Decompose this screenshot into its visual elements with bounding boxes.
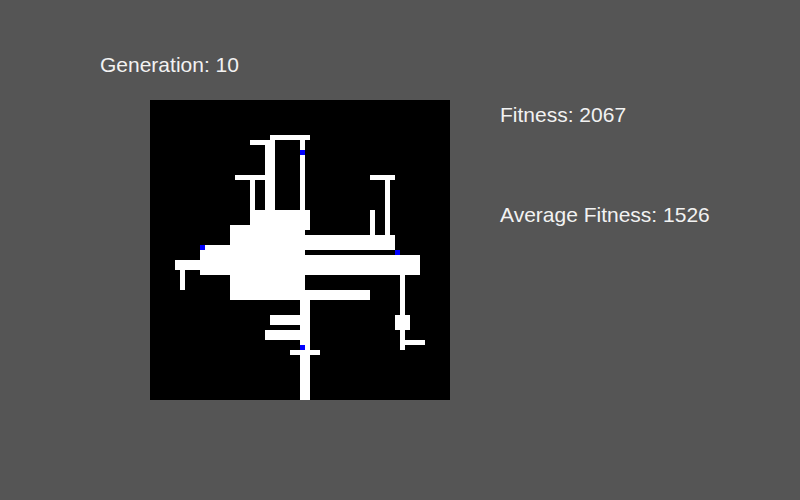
visited-cell bbox=[290, 350, 320, 355]
agent bbox=[300, 150, 305, 155]
visited-cell bbox=[270, 315, 305, 325]
visited-cell bbox=[305, 235, 395, 250]
visited-cell bbox=[180, 260, 185, 290]
visited-cell bbox=[265, 330, 310, 340]
stat-label: Fitness: 2067 bbox=[500, 102, 710, 128]
generation-label: Generation: 10 bbox=[100, 52, 800, 78]
visited-cell bbox=[400, 340, 425, 345]
agent bbox=[300, 345, 305, 350]
visited-cell bbox=[400, 255, 405, 350]
visited-cell bbox=[370, 175, 395, 180]
world-canvas bbox=[150, 100, 450, 400]
visited-cell bbox=[250, 140, 275, 145]
visited-cell bbox=[395, 315, 410, 330]
main-row: Fitness: 2067 Average Fitness: 1526 bbox=[150, 100, 800, 400]
visited-cell bbox=[230, 225, 305, 300]
visited-cell bbox=[300, 135, 305, 215]
stat-label: Average Fitness: 1526 bbox=[500, 202, 710, 228]
agent bbox=[395, 250, 400, 255]
stats-panel: Fitness: 2067 Average Fitness: 1526 bbox=[450, 100, 710, 400]
app-window: Generation: 10 Fitness: 2067 Average Fitne… bbox=[0, 0, 800, 500]
visited-cell bbox=[250, 175, 255, 230]
visited-cell bbox=[270, 135, 275, 215]
agent bbox=[200, 245, 205, 250]
visited-cell bbox=[305, 290, 370, 300]
